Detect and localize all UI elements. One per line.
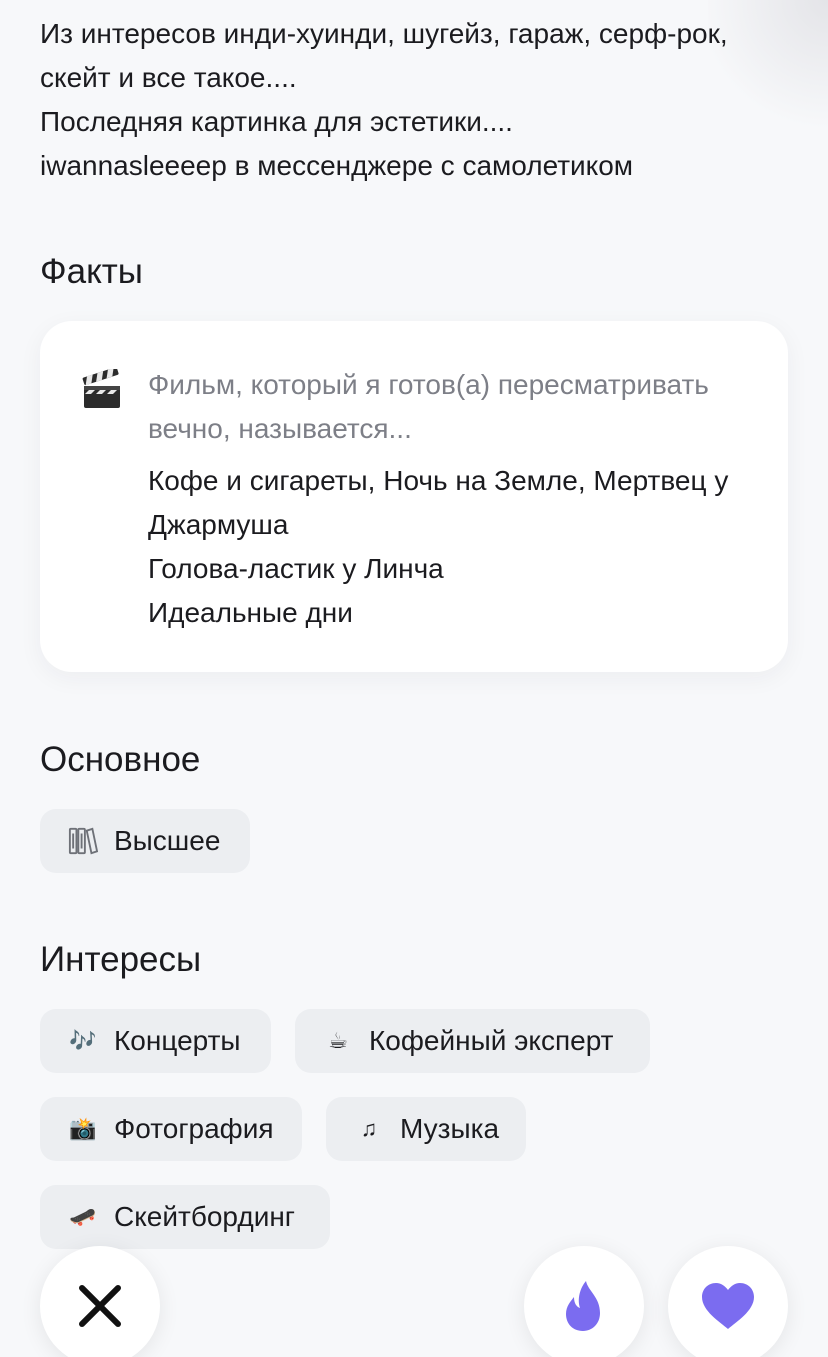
fact-answer-line: Идеальные дни — [148, 597, 353, 628]
profile-page: Из интересов инди-хуинди, шугейз, гараж,… — [0, 0, 828, 1357]
bio-line: Последняя картинка для эстетики.... — [40, 106, 513, 137]
interest-chip-concerts: 🎶 Концерты — [40, 1009, 271, 1073]
close-icon — [79, 1285, 121, 1327]
interest-label: Концерты — [114, 1025, 241, 1056]
bio-line: Из интересов инди-хуинди, шугейз, гараж,… — [40, 18, 728, 49]
bio-line: скейт и все такое.... — [40, 62, 297, 93]
heart-icon — [702, 1283, 754, 1329]
fact-answer-line: Голова-ластик у Линча — [148, 553, 444, 584]
interest-chip-photography: 📸 Фотография — [40, 1097, 302, 1161]
facts-title: Факты — [40, 252, 143, 291]
basics-title: Основное — [40, 740, 201, 779]
skateboard-icon: 🛹 — [69, 1204, 97, 1229]
fact-card: Фильм, который я готов(а) пересматривать… — [40, 321, 788, 672]
education-chip: Высшее — [40, 809, 250, 873]
superlike-button[interactable] — [524, 1246, 644, 1357]
interests-title: Интересы — [40, 940, 202, 979]
dislike-button[interactable] — [40, 1246, 160, 1357]
fact-answer-line: Джармуша — [148, 509, 289, 540]
interest-label: Музыка — [400, 1113, 500, 1144]
books-icon — [68, 826, 98, 856]
like-button[interactable] — [668, 1246, 788, 1357]
interest-label: Фотография — [114, 1113, 274, 1144]
flame-icon — [566, 1281, 600, 1331]
fact-answer-line: Кофе и сигареты, Ночь на Земле, Мертвец … — [148, 465, 729, 496]
music-notes-icon: 🎶 — [69, 1028, 97, 1053]
bio-text: Из интересов инди-хуинди, шугейз, гараж,… — [40, 12, 800, 188]
fact-question: Фильм, который я готов(а) пересматривать… — [148, 369, 709, 444]
interest-label: Кофейный эксперт — [369, 1025, 614, 1056]
interest-label: Скейтбординг — [114, 1201, 296, 1232]
education-label: Высшее — [114, 825, 221, 856]
interest-chip-skateboarding: 🛹 Скейтбординг — [40, 1185, 330, 1249]
clapperboard-icon — [80, 367, 124, 413]
music-note-icon: ♫ — [360, 1116, 378, 1141]
interest-chip-coffee: ☕ Кофейный эксперт — [295, 1009, 650, 1073]
fact-answer: Кофе и сигареты, Ночь на Земле, Мертвец … — [148, 459, 768, 635]
camera-flash-icon: 📸 — [69, 1116, 97, 1141]
bio-line: iwannasleeeep в мессенджере с самолетико… — [40, 150, 634, 181]
interest-chip-music: ♫ Музыка — [326, 1097, 526, 1161]
coffee-icon: ☕ — [328, 1028, 348, 1053]
